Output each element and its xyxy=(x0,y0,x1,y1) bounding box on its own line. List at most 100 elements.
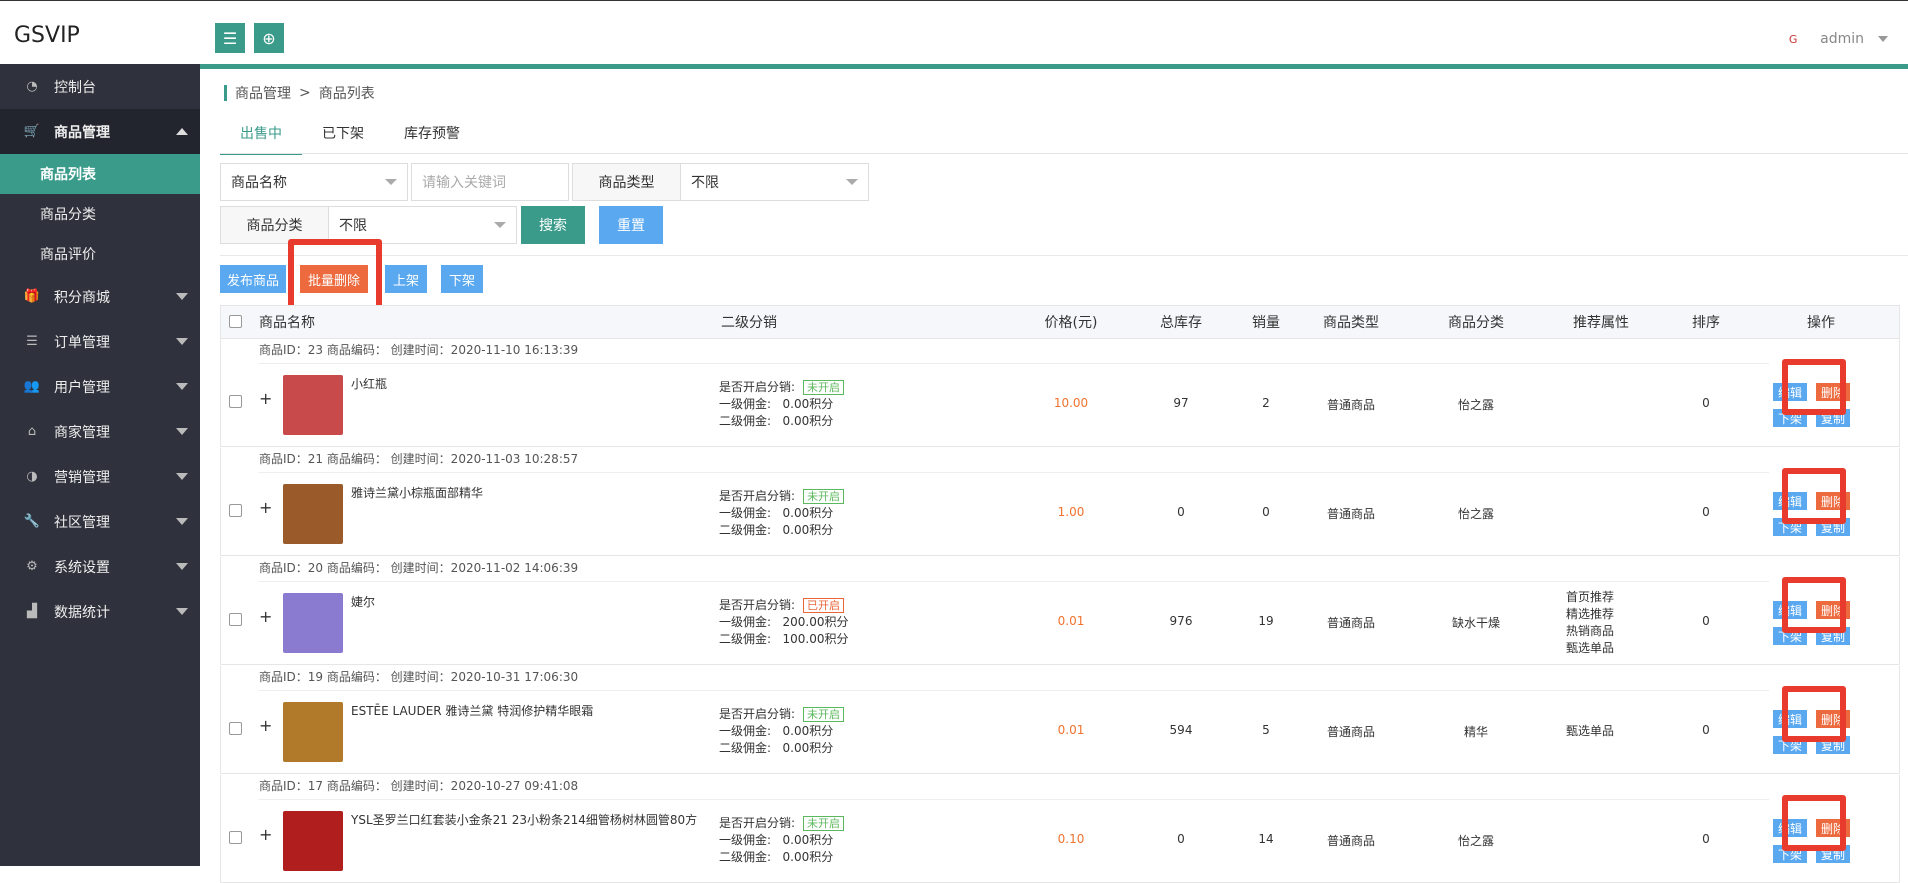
gears-icon: ⚙ xyxy=(26,559,38,574)
product-thumbnail xyxy=(283,702,343,762)
distribution-status-badge: 未开启 xyxy=(803,380,845,395)
table-row: 商品ID：23 商品编码： 创建时间：2020-11-10 16:13:39 + 小… xyxy=(220,339,1900,447)
chevron-down-icon xyxy=(176,428,188,435)
product-type: 普通商品 xyxy=(1326,507,1375,521)
reset-button[interactable]: 重置 xyxy=(599,206,663,244)
field-select[interactable]: 商品名称 xyxy=(220,163,408,201)
breadcrumb: 商品管理 > 商品列表 xyxy=(224,83,375,103)
product-name[interactable]: 小红瓶 xyxy=(351,375,387,392)
chevron-down-icon xyxy=(176,293,188,300)
recommend-tag: 首页推荐 xyxy=(1566,590,1615,604)
chevron-down-icon xyxy=(176,473,188,480)
distribution-status-badge: 未开启 xyxy=(803,489,845,504)
recommend-list: 甄选单品 xyxy=(1566,723,1614,740)
sidebar-item-points-mall[interactable]: 🎁 积分商城 xyxy=(0,274,200,319)
sidebar-item-dashboard[interactable]: ◔ 控制台 xyxy=(0,64,200,109)
sidebar-subitem-product-review[interactable]: 商品评价 xyxy=(0,234,200,274)
table-row: 商品ID：17 商品编码： 创建时间：2020-10-27 09:41:08 + Y… xyxy=(220,775,1900,883)
row-checkbox[interactable] xyxy=(229,722,242,735)
expand-icon[interactable]: + xyxy=(259,389,272,408)
globe-button[interactable]: ⊕ xyxy=(254,23,284,53)
stock: 976 xyxy=(1169,614,1193,628)
sidebar-item-merchants[interactable]: ⌂ 商家管理 xyxy=(0,409,200,454)
col-price: 价格(元) xyxy=(1044,315,1098,331)
col-stock: 总库存 xyxy=(1160,315,1202,331)
status-tabs: 出售中 已下架 库存预警 xyxy=(220,121,480,155)
row-checkbox[interactable] xyxy=(229,831,242,844)
sort-value: 0 xyxy=(1702,614,1710,628)
col-name: 商品名称 xyxy=(259,315,315,331)
sidebar-subitem-product-list[interactable]: 商品列表 xyxy=(0,154,200,194)
unshelve-button[interactable]: 下架 xyxy=(441,265,483,293)
users-icon: 👥 xyxy=(23,379,41,394)
row-checkbox[interactable] xyxy=(229,395,242,408)
product-category: 缺水干燥 xyxy=(1451,616,1500,630)
menu-toggle-button[interactable]: ☰ xyxy=(215,23,245,53)
distribution-info: 是否开启分销: 已开启 一级佣金: 200.00积分 二级佣金: 100.00积分 xyxy=(719,598,849,646)
col-category: 商品分类 xyxy=(1448,315,1504,331)
row-checkbox[interactable] xyxy=(229,504,242,517)
expand-icon[interactable]: + xyxy=(259,498,272,517)
user-menu[interactable]: G admin xyxy=(1776,29,1888,49)
sidebar-subitem-product-category[interactable]: 商品分类 xyxy=(0,194,200,234)
logo: GSVIP xyxy=(14,23,80,48)
select-all-checkbox[interactable] xyxy=(229,315,242,328)
sidebar-item-marketing[interactable]: ◑ 营销管理 xyxy=(0,454,200,499)
product-name[interactable]: 雅诗兰黛小棕瓶面部精华 xyxy=(351,484,483,501)
sidebar-item-community[interactable]: 🔧 社区管理 xyxy=(0,499,200,544)
product-category: 怡之露 xyxy=(1457,398,1494,412)
sidebar-item-products[interactable]: 🛒 商品管理 xyxy=(0,109,200,154)
sidebar-item-users[interactable]: 👥 用户管理 xyxy=(0,364,200,409)
recommend-tag: 精选推荐 xyxy=(1566,607,1615,621)
expand-icon[interactable]: + xyxy=(259,607,272,626)
col-sales: 销量 xyxy=(1252,315,1280,331)
recommend-tag: 甄选单品 xyxy=(1566,641,1615,655)
price: 0.01 xyxy=(1057,723,1085,737)
menu-icon: ☰ xyxy=(222,28,238,48)
expand-icon[interactable]: + xyxy=(259,716,272,735)
product-type: 普通商品 xyxy=(1326,725,1375,739)
area-chart-icon: ▟ xyxy=(27,604,37,619)
search-button[interactable]: 搜索 xyxy=(521,206,585,244)
breadcrumb-current: 商品列表 xyxy=(318,86,375,102)
col-distribution: 二级分销 xyxy=(721,315,777,331)
product-name[interactable]: 婕尔 xyxy=(351,593,375,610)
chevron-down-icon xyxy=(176,338,188,345)
breadcrumb-parent[interactable]: 商品管理 xyxy=(235,83,291,103)
sidebar-item-settings[interactable]: ⚙ 系统设置 xyxy=(0,544,200,589)
product-name[interactable]: ESTĒE LAUDER 雅诗兰黛 特润修护精华眼霜 xyxy=(351,702,593,719)
type-filter[interactable]: 商品类型 不限 xyxy=(572,163,869,201)
chevron-down-icon xyxy=(385,179,397,185)
product-type: 普通商品 xyxy=(1326,616,1375,630)
highlight-box xyxy=(1782,686,1846,742)
recommend-tag: 甄选单品 xyxy=(1566,724,1615,738)
main-content: 商品管理 > 商品列表 出售中 已下架 库存预警 商品名称 请输入关键词 商品类… xyxy=(200,69,1908,883)
table-row: 商品ID：20 商品编码： 创建时间：2020-11-02 14:06:39 + 婕… xyxy=(220,557,1900,665)
sidebar-item-statistics[interactable]: ▟ 数据统计 xyxy=(0,589,200,634)
col-type: 商品类型 xyxy=(1323,315,1379,331)
highlight-box xyxy=(1782,468,1846,524)
row-meta: 商品ID：20 商品编码： 创建时间：2020-11-02 14:06:39 xyxy=(259,557,1769,582)
expand-icon[interactable]: + xyxy=(259,825,272,844)
chevron-down-icon xyxy=(176,563,188,570)
keyword-input[interactable]: 请输入关键词 xyxy=(411,163,569,201)
sidebar-item-orders[interactable]: ☰ 订单管理 xyxy=(0,319,200,364)
cart-icon: 🛒 xyxy=(23,124,41,139)
recommend-tag: 热销商品 xyxy=(1566,624,1615,638)
distribution-status-badge: 未开启 xyxy=(803,816,845,831)
publish-product-button[interactable]: 发布商品 xyxy=(220,265,286,293)
tab-off-shelf[interactable]: 已下架 xyxy=(302,121,384,155)
chevron-down-icon xyxy=(176,383,188,390)
product-type: 普通商品 xyxy=(1326,398,1375,412)
chevron-up-icon xyxy=(176,128,188,135)
distribution-info: 是否开启分销: 未开启 一级佣金: 0.00积分 二级佣金: 0.00积分 xyxy=(719,379,845,430)
home-icon: ⌂ xyxy=(27,424,37,439)
product-name[interactable]: YSL圣罗兰口红套装小金条21 23小粉条214细管杨树林圆管80方 xyxy=(351,811,697,828)
breadcrumb-separator: > xyxy=(299,85,311,101)
distribution-status-badge: 未开启 xyxy=(803,707,845,722)
product-thumbnail xyxy=(283,375,343,435)
row-checkbox[interactable] xyxy=(229,613,242,626)
tab-on-sale[interactable]: 出售中 xyxy=(220,121,302,155)
tab-stock-warning[interactable]: 库存预警 xyxy=(384,121,480,155)
shelve-button[interactable]: 上架 xyxy=(385,265,427,293)
